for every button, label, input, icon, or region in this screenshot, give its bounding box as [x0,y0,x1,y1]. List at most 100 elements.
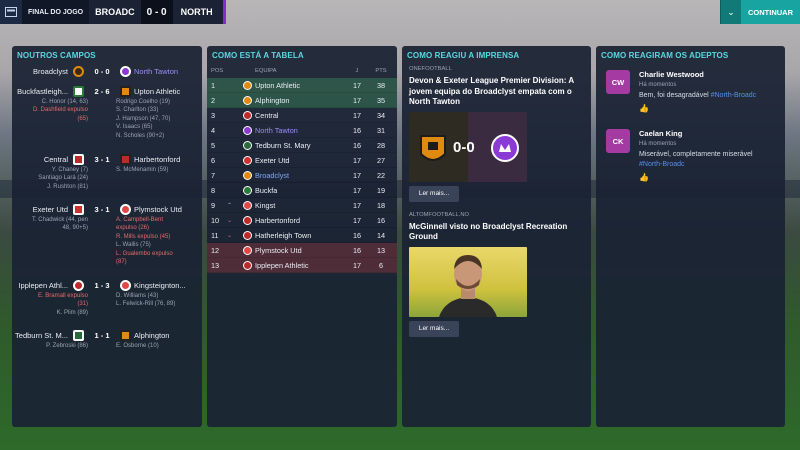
club-badge-icon [242,155,252,165]
table-team[interactable]: North Tawton [255,126,345,135]
table-played: 17 [352,170,362,180]
table-pos: 3 [211,110,216,120]
table-row[interactable]: 3 Central 17 34 [207,108,397,123]
article-headline[interactable]: Devon & Exeter League Premier Division: … [402,74,591,108]
scorer: E. Osborne (10) [116,343,159,349]
fan-text: Miserável, completamente miserável #North… [639,150,774,170]
table-team[interactable]: Plymstock Utd [255,246,345,255]
table-team[interactable]: Central [255,111,345,120]
table-row[interactable]: 7 Broadclyst 17 22 [207,168,397,183]
fan-message: Bem, foi desagradável [639,92,709,99]
table-pos: 5 [211,140,216,150]
table-points: 28 [376,140,386,150]
scorer: S. Charlton (33) [116,107,159,114]
table-pos: 11 [211,230,219,240]
table-pos: 9 [211,200,216,210]
table-team[interactable]: Tedburn St. Mary [255,141,345,150]
table-team[interactable]: Upton Athletic [255,81,345,90]
table-team[interactable]: Hatherleigh Town [255,231,345,240]
table-row[interactable]: 9 ⌃ Kingst 17 18 [207,198,397,213]
table-played: 17 [352,200,362,210]
table-played: 16 [352,125,362,135]
table-row[interactable]: 1 Upton Athletic 17 38 [207,78,397,93]
home-team: Exeter Utd [32,204,68,214]
fan-text: Bem, foi desagradável #North-Broadc [639,91,774,101]
table-row[interactable]: 5 Tedburn St. Mary 16 28 [207,138,397,153]
club-badge-icon [242,200,252,210]
match-scorebox: FINAL DO JOGO BROADC 0 - 0 NORTH [0,0,226,24]
table-points: 31 [376,125,386,135]
club-badge-icon [73,203,84,215]
table-pos: 10 [211,215,220,225]
player-photo[interactable] [409,246,527,317]
table-pos: 2 [211,95,216,105]
club-badge-icon [73,85,84,97]
table-pos: 6 [211,155,216,165]
table-team[interactable]: Buckfa [255,186,345,195]
table-row[interactable]: 11 ⌄ Hatherleigh Town 16 14 [207,228,397,243]
match-score: 3 - 1 [94,154,110,164]
table-team[interactable]: Exeter Utd [255,156,345,165]
table-points: 19 [376,185,386,195]
table-points: 6 [378,260,384,270]
continue-button[interactable]: ⌄ CONTINUAR [720,0,800,24]
read-more-button[interactable]: Ler mais... [409,320,459,337]
club-badge-icon [242,140,252,150]
article-source: ONEFOOTBALL [409,66,452,72]
thumbs-up-icon[interactable]: 👍 [639,173,649,182]
match-score: 1 - 1 [94,330,110,340]
match-item[interactable]: Exeter Utd 3 - 1 Plymstock Utd T. Chadwi… [12,202,202,278]
table-team[interactable]: Kingst [255,201,345,210]
home-team: Buckfastleigh... [17,86,68,96]
red-card-note: (65) [77,115,88,122]
scorer: Y. Chaney (7) [51,167,88,173]
table-team[interactable]: Ipplepen Athletic [255,261,345,270]
other-games-panel: NOUTROS CAMPOS Broadclyst 0 - 0 North Ta… [12,46,202,427]
club-badge-icon [120,329,131,341]
thumbs-up-icon[interactable]: 👍 [639,104,649,113]
home-team: Central [43,154,68,164]
match-item[interactable]: Broadclyst 0 - 0 North Tawton [12,64,202,84]
table-row[interactable]: 6 Exeter Utd 17 27 [207,153,397,168]
table-row[interactable]: 12 Plymstock Utd 16 13 [207,243,397,258]
red-card-note: E. Bramall expulso [37,293,88,299]
match-item[interactable]: Central 3 - 1 Harbertonford Y. Chaney (7… [12,152,202,202]
table-row[interactable]: 2 Alphington 17 35 [207,93,397,108]
table-team[interactable]: Alphington [255,96,345,105]
table-points: 14 [376,230,386,240]
hashtag-link[interactable]: #North-Broadc [639,161,685,168]
table-row[interactable]: 8 Buckfa 17 19 [207,183,397,198]
avatar: CW [606,70,630,94]
table-pos: 12 [211,245,220,255]
club-badge-icon [242,170,252,180]
home-team: Ipplepen Athl... [18,280,68,290]
table-team[interactable]: Broadclyst [255,171,345,180]
match-item[interactable]: Tedburn St. M... 1 - 1 Alphington P. Zeb… [12,328,202,358]
fan-post[interactable]: CW Charlie Westwood Há momentos Bem, foi… [600,64,781,120]
club-badge-icon [242,230,252,240]
match-item[interactable]: Buckfastleigh... 2 - 6 Upton Athletic C.… [12,84,202,152]
article-headline[interactable]: McGinnell visto no Broadclyst Recreation… [402,220,591,243]
table-row[interactable]: 13 Ipplepen Athletic 17 6 [207,258,397,273]
article-image[interactable]: 0-0 [409,111,527,182]
table-points: 27 [376,155,386,165]
table-points: 34 [376,110,386,120]
read-more-button[interactable]: Ler mais... [409,185,459,202]
position-change-icon: ⌃ [227,202,233,209]
table-row[interactable]: 4 North Tawton 16 31 [207,123,397,138]
hashtag-link[interactable]: #North-Broadc [711,92,757,99]
fan-name: Charlie Westwood [639,70,704,79]
table-played: 17 [352,215,362,225]
table-points: 38 [376,80,386,90]
press-panel: COMO REAGIU A IMPRENSA ONEFOOTBALL Devon… [402,46,591,427]
match-score: 0 - 0 [140,0,173,24]
table-team[interactable]: Harbertonford [255,216,345,225]
red-card-note: R. Mills expulso (45) [116,233,171,240]
fan-post[interactable]: CK Caelan King Há momentos Miserável, co… [600,123,781,187]
club-badge-icon [120,279,131,291]
table-row[interactable]: 10 ⌄ Harbertonford 17 16 [207,213,397,228]
chevron-down-icon[interactable]: ⌄ [721,0,741,24]
match-item[interactable]: Ipplepen Athl... 1 - 3 Kingsteignton... … [12,278,202,328]
scorer: T. Chadwick (44, pen [31,217,88,223]
match-menu-icon[interactable] [0,0,22,24]
